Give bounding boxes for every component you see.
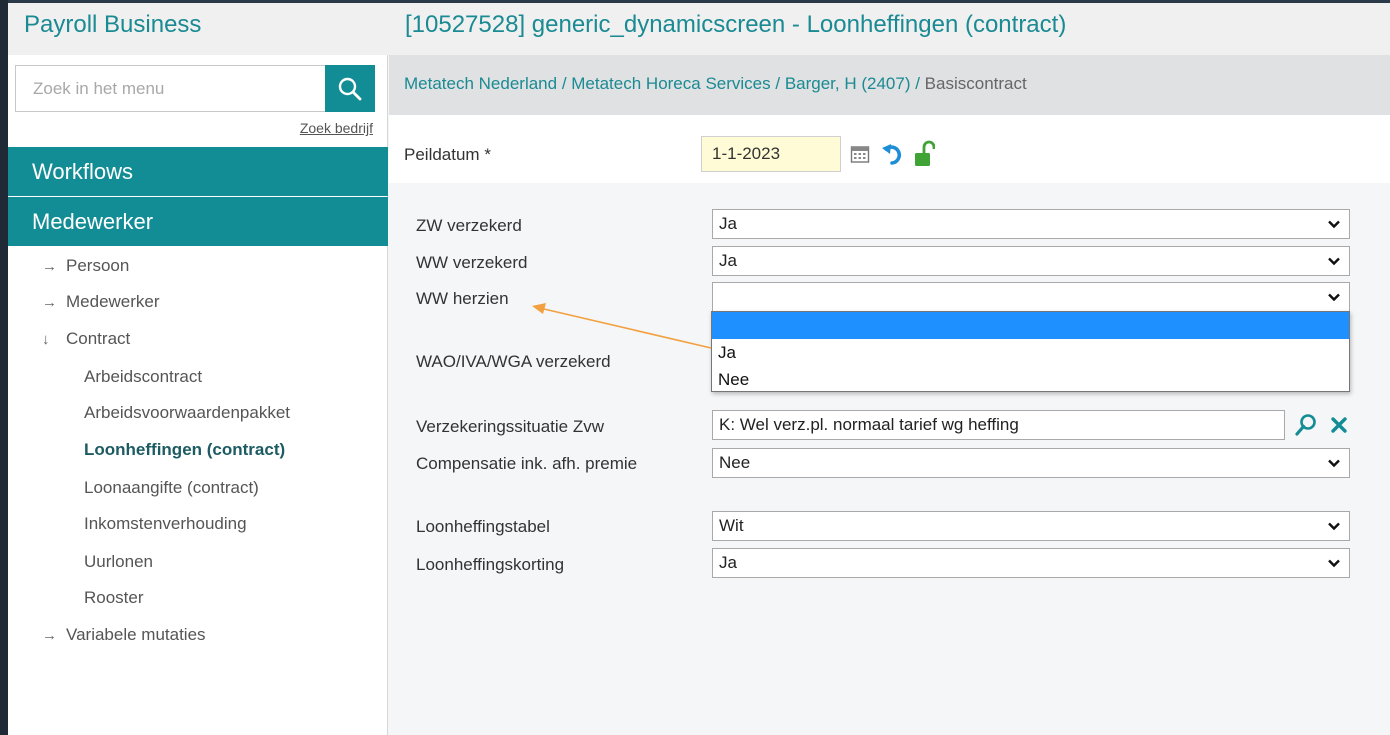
nav-item-uurlonen[interactable]: Uurlonen (84, 552, 153, 572)
undo-button[interactable] (882, 140, 906, 168)
app-title: Payroll Business (24, 11, 202, 38)
chevron-down-icon (1328, 522, 1340, 531)
nav-item-loonaangifte-contract[interactable]: Loonaangifte (contract) (84, 478, 259, 498)
section-workflows[interactable]: Workflows (8, 147, 388, 196)
nav-item-variabele-mutaties[interactable]: → Variabele mutaties (42, 625, 206, 645)
loonheffingskorting-select[interactable]: Ja (712, 548, 1350, 578)
select-value: Ja (719, 553, 737, 572)
page-title: [10527528] generic_dynamicscreen - Loonh… (405, 11, 1067, 38)
dropdown-option-empty[interactable] (712, 312, 1349, 339)
menu-search (15, 65, 375, 112)
verzekeringssituatie-zvw-label: Verzekeringssituatie Zvw (416, 417, 605, 436)
peildatum-bar: Peildatum * (389, 115, 1390, 183)
arrow-right-icon: → (42, 258, 57, 275)
unlock-button[interactable] (912, 139, 936, 169)
calendar-icon (850, 146, 870, 163)
chevron-down-icon (1328, 220, 1340, 229)
select-value: Ja (719, 251, 737, 270)
nav-item-contract[interactable]: ↓ Contract (42, 329, 130, 349)
arrow-right-icon: → (42, 294, 57, 311)
compensatie-label: Compensatie ink. afh. premie (416, 454, 638, 473)
sidebar: Zoek bedrijf Workflows Medewerker → Perso… (8, 55, 388, 735)
nav-item-label: Persoon (66, 256, 130, 275)
chevron-down-icon (1328, 257, 1340, 266)
nav-item-arbeidsvoorwaardenpakket[interactable]: Arbeidsvoorwaardenpakket (84, 403, 290, 423)
select-value: Nee (719, 453, 751, 472)
calendar-button[interactable] (849, 142, 871, 166)
wao-iva-wga-verzekerd-label: WAO/IVA/WGA verzekerd (416, 352, 611, 371)
title-bar: Payroll Business [10527528] generic_dyna… (8, 0, 1390, 55)
loonheffingskorting-label: Loonheffingskorting (416, 555, 565, 574)
dropdown-option-nee[interactable]: Nee (712, 366, 1349, 393)
loonheffingstabel-label: Loonheffingstabel (416, 517, 550, 536)
arrow-right-icon: → (42, 627, 57, 644)
breadcrumb-separator: / (557, 74, 572, 93)
ww-verzekerd-select[interactable]: Ja (712, 246, 1350, 276)
chevron-down-icon (1328, 559, 1340, 568)
menu-search-input[interactable] (15, 65, 326, 112)
nav-item-loonheffingen-contract[interactable]: Loonheffingen (contract) (84, 440, 285, 460)
breadcrumb: Metatech Nederland / Metatech Horeca Ser… (404, 74, 1027, 94)
zvw-lookup-button[interactable] (1293, 411, 1319, 439)
verzekeringssituatie-zvw-field[interactable]: K: Wel verz.pl. normaal tarief wg heffin… (712, 410, 1285, 440)
nav-item-label: Contract (66, 329, 131, 348)
ww-herzien-label: WW herzien (416, 289, 509, 308)
zvw-clear-button[interactable] (1327, 412, 1351, 438)
nav-item-rooster[interactable]: Rooster (84, 588, 144, 608)
breadcrumb-separator: / (770, 74, 785, 93)
unlock-icon (915, 140, 935, 166)
peildatum-label: Peildatum * (404, 145, 491, 164)
nav-item-label: Medewerker (66, 292, 160, 311)
zoek-bedrijf-link[interactable]: Zoek bedrijf (300, 120, 373, 136)
nav-item-arbeidscontract[interactable]: Arbeidscontract (84, 367, 202, 387)
arrow-down-icon: ↓ (42, 331, 50, 348)
zw-verzekerd-label: ZW verzekerd (416, 216, 522, 235)
chevron-down-icon (1328, 459, 1340, 468)
undo-icon (882, 144, 902, 165)
loonheffingstabel-select[interactable]: Wit (712, 511, 1350, 541)
ww-verzekerd-label: WW verzekerd (416, 253, 528, 272)
select-value: Ja (719, 214, 737, 233)
nav-item-label: Variabele mutaties (66, 625, 206, 644)
nav-item-persoon[interactable]: → Persoon (42, 256, 129, 276)
ww-herzien-dropdown-list: Ja Nee (711, 311, 1350, 392)
nav-item-inkomstenverhouding[interactable]: Inkomstenverhouding (84, 514, 247, 534)
compensatie-select[interactable]: Nee (712, 448, 1350, 478)
search-icon (1295, 414, 1316, 436)
nav-item-medewerker[interactable]: → Medewerker (42, 292, 160, 312)
close-icon (1331, 417, 1347, 433)
loonheffingen-form: ZW verzekerd Ja WW verzekerd Ja WW herzi… (389, 183, 1390, 735)
ww-herzien-select[interactable] (712, 282, 1350, 312)
breadcrumb-item[interactable]: Metatech Horeca Services (571, 74, 770, 93)
chevron-down-icon (1328, 293, 1340, 302)
breadcrumb-bar: Metatech Nederland / Metatech Horeca Ser… (389, 55, 1390, 115)
dropdown-option-ja[interactable]: Ja (712, 339, 1349, 366)
peildatum-input[interactable] (701, 136, 841, 172)
menu-search-button[interactable] (325, 65, 375, 112)
search-icon (338, 77, 362, 100)
breadcrumb-item[interactable]: Metatech Nederland (404, 74, 557, 93)
breadcrumb-separator: / (910, 74, 925, 93)
breadcrumb-item[interactable]: Barger, H (2407) (785, 74, 911, 93)
zw-verzekerd-select[interactable]: Ja (712, 209, 1350, 239)
select-value: Wit (719, 516, 744, 535)
breadcrumb-current: Basiscontract (924, 74, 1027, 93)
section-medewerker[interactable]: Medewerker (8, 197, 388, 246)
